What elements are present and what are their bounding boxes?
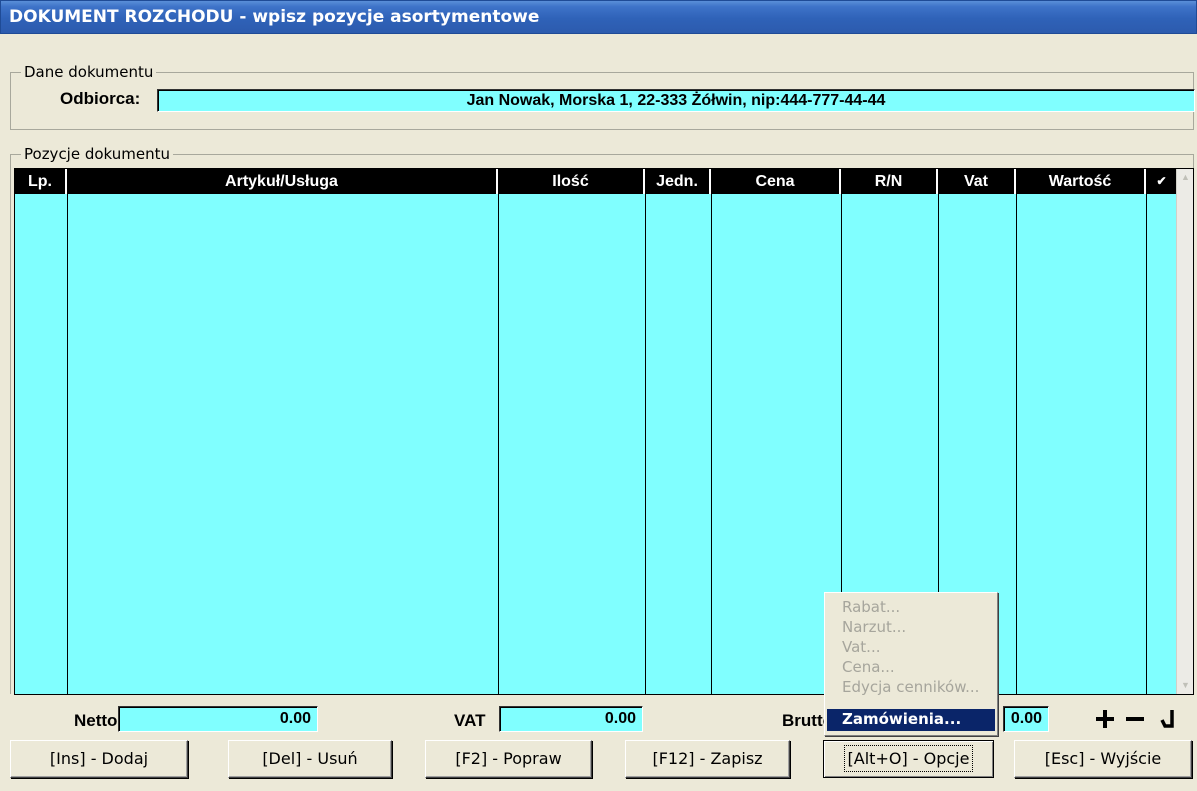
recipient-label: Odbiorca: (60, 89, 141, 108)
column-header-discount[interactable]: R/N (841, 169, 938, 194)
checkmark-icon[interactable] (1158, 708, 1180, 732)
netto-label: Netto (74, 711, 118, 730)
column-header-vat[interactable]: Vat (938, 169, 1016, 194)
column-divider (645, 194, 646, 694)
group-legend-pozycje: Pozycje dokumentu (21, 145, 174, 163)
menu-item-rabat[interactable]: Rabat... (827, 597, 995, 617)
column-divider (711, 194, 712, 694)
scroll-down-arrow-icon[interactable]: ▼ (1177, 677, 1194, 694)
column-header-quantity[interactable]: Ilość (498, 169, 645, 194)
menu-item-vat[interactable]: Vat... (827, 637, 995, 657)
save-button-label: [F12] - Zapisz (652, 749, 763, 768)
menu-item-price-lists[interactable]: Edycja cenników... (827, 677, 995, 697)
exit-button-label: [Esc] - Wyjście (1044, 749, 1162, 768)
column-header-article[interactable]: Artykuł/Usługa (67, 169, 498, 194)
column-header-unit[interactable]: Jedn. (645, 169, 711, 194)
menu-item-cena[interactable]: Cena... (827, 657, 995, 677)
recipient-field[interactable]: Jan Nowak, Morska 1, 22-333 Żółwin, nip:… (157, 89, 1195, 112)
brutto-field: 0.00 (1003, 706, 1049, 732)
delete-button[interactable]: [Del] - Usuń (228, 740, 392, 778)
minus-icon[interactable] (1124, 708, 1146, 732)
column-divider (498, 194, 499, 694)
grid-vertical-scrollbar[interactable]: ▲ ▼ (1176, 169, 1193, 694)
edit-button-label: [F2] - Popraw (455, 749, 562, 768)
options-button-label: [Alt+O] - Opcje (843, 745, 974, 772)
group-legend-dane-dokumentu: Dane dokumentu (21, 63, 157, 81)
scroll-up-arrow-icon[interactable]: ▲ (1177, 169, 1194, 186)
edit-button[interactable]: [F2] - Popraw (425, 740, 592, 778)
menu-item-narzut[interactable]: Narzut... (827, 617, 995, 637)
add-button-label: [Ins] - Dodaj (49, 749, 149, 768)
delete-button-label: [Del] - Usuń (262, 749, 358, 768)
column-header-value[interactable]: Wartość (1016, 169, 1146, 194)
options-context-menu: Rabat... Narzut... Vat... Cena... Edycja… (824, 592, 998, 736)
window-title: DOKUMENT ROZCHODU - wpisz pozycje asorty… (0, 0, 1197, 34)
column-header-lp[interactable]: Lp. (15, 169, 67, 194)
grid-header: Lp. Artykuł/Usługa Ilość Jedn. Cena R/N … (15, 169, 1177, 194)
options-button[interactable]: [Alt+O] - Opcje (823, 740, 994, 778)
vat-field: 0.00 (499, 706, 643, 732)
column-divider (67, 194, 68, 694)
menu-item-orders[interactable]: Zamówienia... (827, 709, 995, 731)
column-header-check[interactable]: ✔ (1146, 169, 1177, 194)
save-button[interactable]: [F12] - Zapisz (625, 740, 790, 778)
vat-label: VAT (454, 711, 486, 730)
items-grid[interactable]: Lp. Artykuł/Usługa Ilość Jedn. Cena R/N … (14, 168, 1194, 695)
column-divider (1146, 194, 1147, 694)
exit-button[interactable]: [Esc] - Wyjście (1014, 740, 1192, 778)
plus-icon[interactable] (1094, 708, 1116, 732)
column-divider (1016, 194, 1017, 694)
add-button[interactable]: [Ins] - Dodaj (10, 740, 188, 778)
column-header-price[interactable]: Cena (711, 169, 841, 194)
netto-field: 0.00 (118, 706, 318, 732)
